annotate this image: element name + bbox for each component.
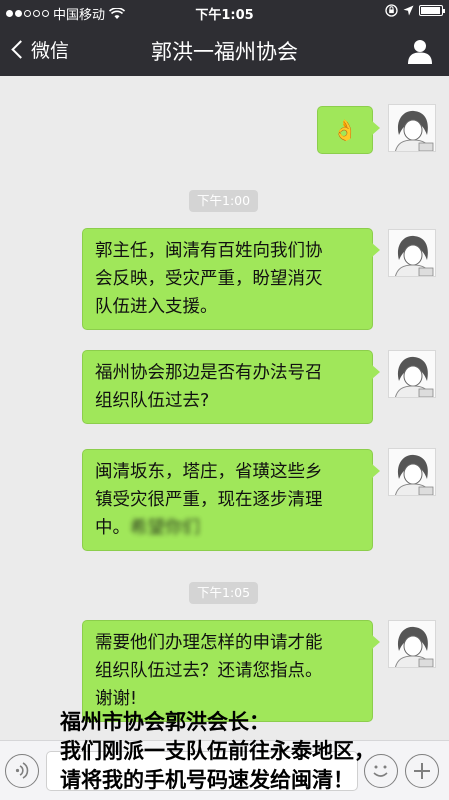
message-line: 镇受灾很严重，现在逐步清理 xyxy=(95,490,323,510)
avatar-portrait-icon xyxy=(395,626,434,667)
status-right xyxy=(385,4,445,17)
status-time: 下午1:05 xyxy=(195,8,254,23)
nav-bar: 微信 郭洪一福州协会 xyxy=(0,24,449,76)
caption-line: 请将我的手机号码速发给闽清！ xyxy=(60,768,354,792)
time-stamp: 下午1:05 xyxy=(189,582,259,604)
avatar[interactable] xyxy=(388,448,436,496)
message-bubble[interactable]: 福州协会那边是否有办法号召 组织队伍过去? xyxy=(82,350,380,424)
message-line: 中。 xyxy=(95,518,130,538)
ok-hand-emoji: 👌 xyxy=(332,118,358,142)
caption-line: 我们刚派一支队伍前往永泰地区， xyxy=(60,739,375,763)
message-line: 组织队伍过去? xyxy=(95,391,210,411)
message-line: 福州协会那边是否有办法号召 xyxy=(95,363,323,383)
chat-area[interactable]: 👌 下午1:00 郭主任，闽清有百姓向我们协 会反映，受灾严重，盼望消灭 队伍进… xyxy=(0,76,449,740)
overlay-caption: 福州市协会郭洪会长： 我们刚派一支队伍前往永泰地区， 请将我的手机号码速发给闽清… xyxy=(60,708,449,795)
avatar-portrait-icon xyxy=(395,356,434,397)
chat-title: 郭洪一福州协会 xyxy=(151,40,298,64)
message-bubble[interactable]: 郭主任，闽清有百姓向我们协 会反映，受灾严重，盼望消灭 队伍进入支援。 xyxy=(82,228,380,330)
message-line: 组织队伍过去？还请您指点。 xyxy=(95,661,323,681)
avatar-portrait-icon xyxy=(395,235,434,276)
location-icon xyxy=(403,5,414,16)
message-line-with-blur: 中。希望你们 xyxy=(95,514,360,542)
message-bubble[interactable]: 需要他们办理怎样的申请才能 组织队伍过去？还请您指点。 谢谢! xyxy=(82,620,380,722)
voice-button[interactable] xyxy=(5,754,39,788)
caption-line: 福州市协会郭洪会长： xyxy=(60,710,270,734)
orientation-lock-icon xyxy=(385,4,398,17)
status-bar: 中国移动 下午1:05 xyxy=(0,0,449,24)
avatar[interactable] xyxy=(388,229,436,277)
avatar[interactable] xyxy=(388,104,436,152)
avatar[interactable] xyxy=(388,350,436,398)
voice-icon xyxy=(15,762,29,779)
battery-icon xyxy=(419,5,445,16)
message-line: 郭主任，闽清有百姓向我们协 xyxy=(95,241,323,261)
message-line: 闽清坂东，塔庄，省璜这些乡 xyxy=(95,462,323,482)
message-line: 需要他们办理怎样的申请才能 xyxy=(95,633,323,653)
blurred-text: 希望你们 xyxy=(130,518,200,538)
message-bubble-emoji[interactable]: 👌 xyxy=(317,106,380,154)
time-stamp: 下午1:00 xyxy=(189,190,259,212)
avatar[interactable] xyxy=(388,620,436,668)
person-icon[interactable] xyxy=(407,38,433,64)
message-line: 会反映，受灾严重，盼望消灭 xyxy=(95,269,323,289)
avatar-portrait-icon xyxy=(395,110,434,151)
message-line: 队伍进入支援。 xyxy=(95,297,218,317)
avatar-portrait-icon xyxy=(395,454,434,495)
message-bubble[interactable]: 闽清坂东，塔庄，省璜这些乡 镇受灾很严重，现在逐步清理 中。希望你们 xyxy=(82,449,380,551)
